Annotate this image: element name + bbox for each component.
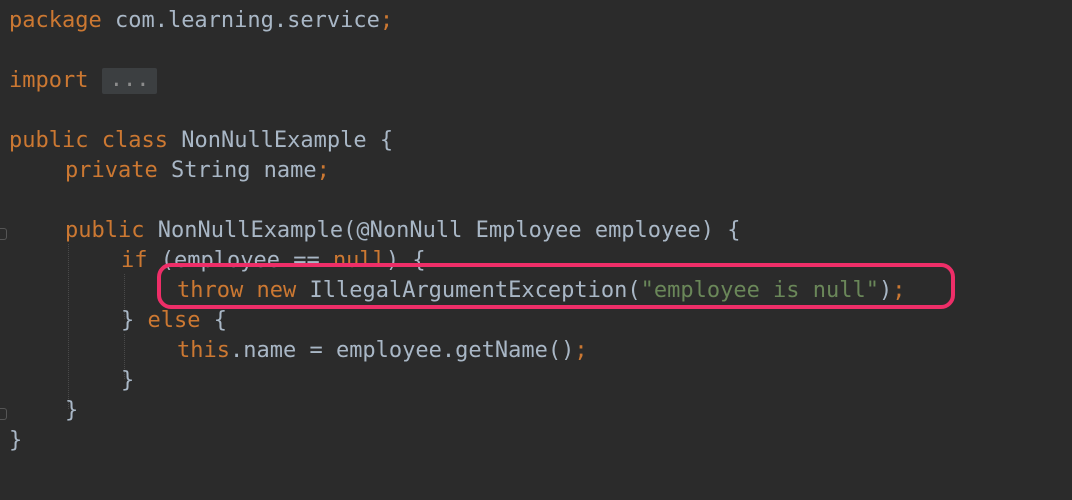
keyword: this <box>177 338 230 363</box>
constructor-signature: NonNullExample(@NonNull Employee employe… <box>144 218 741 243</box>
keyword: public <box>9 128 89 153</box>
semicolon: ; <box>316 158 330 183</box>
highlight-annotation <box>157 263 955 309</box>
class-name: NonNullExample { <box>167 128 394 153</box>
code-line-field: private String name; <box>65 156 330 186</box>
semicolon: ; <box>574 338 588 363</box>
keyword: package <box>9 8 102 33</box>
brace: } <box>121 368 135 393</box>
field-decl: String name <box>157 158 317 183</box>
brace: { <box>200 308 227 333</box>
package-name: com.learning.service <box>101 8 380 33</box>
code-editor[interactable]: package com.learning.service; import ...… <box>0 0 1072 500</box>
semicolon: ; <box>379 8 394 33</box>
brace: } <box>65 398 79 423</box>
fold-marker-icon[interactable] <box>0 228 7 240</box>
code-line-else: } else { <box>121 306 227 336</box>
keyword: import <box>9 68 89 93</box>
code-line-close-constructor: } <box>65 396 78 426</box>
keyword: else <box>147 308 201 333</box>
keyword: public <box>65 218 145 243</box>
code-line-constructor: public NonNullExample(@NonNull Employee … <box>65 216 741 246</box>
code-line-package: package com.learning.service; <box>9 6 393 36</box>
keyword: class <box>101 128 168 153</box>
brace: } <box>121 308 148 333</box>
keyword: if <box>121 248 148 273</box>
code-line-close-class: } <box>9 426 22 456</box>
code-line-assign: this.name = employee.getName(); <box>177 336 588 366</box>
fold-marker-icon[interactable] <box>0 408 7 420</box>
folded-imports[interactable]: ... <box>101 68 158 94</box>
code-line-close-else: } <box>121 366 134 396</box>
code-line-import: import ... <box>9 66 158 96</box>
code-line-class-decl: public class NonNullExample { <box>9 126 393 156</box>
assignment: .name = employee.getName() <box>229 338 575 363</box>
brace: } <box>9 428 23 453</box>
indent-guide <box>68 244 69 409</box>
keyword: private <box>65 158 158 183</box>
